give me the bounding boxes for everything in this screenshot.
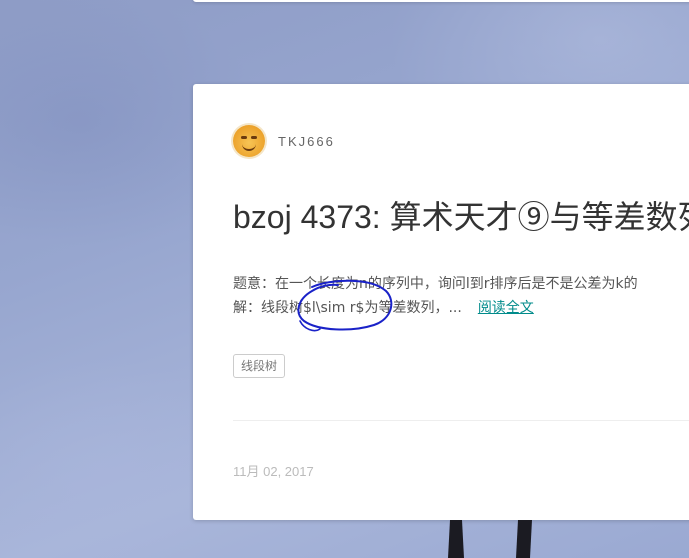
previous-post-card (193, 0, 689, 2)
author-name[interactable]: TKJ666 (278, 134, 335, 149)
divider (233, 420, 689, 421)
tag-segment-tree[interactable]: 线段树 (233, 354, 286, 378)
smiley-avatar-icon[interactable] (233, 125, 265, 157)
excerpt-line-1: 题意：在一个长度为n的序列中，询问l到r排序后是不是公差为k的 (233, 276, 638, 292)
post-card: TKJ666 bzoj 4373: 算术天才⑨与等差数列 题意：在一个长度为n的… (193, 84, 689, 520)
background-figure (448, 520, 532, 558)
post-date: 11月 02, 2017 (233, 464, 314, 479)
excerpt-line-2: 解：线段树$l\sim r$为等差数列，... 阅读全文 (233, 296, 689, 320)
post-excerpt: 题意：在一个长度为n的序列中，询问l到r排序后是不是公差为k的 解：线段树$l\… (233, 272, 689, 320)
excerpt-line-2-text: 解：线段树$l\sim r$为等差数列，... (233, 300, 462, 316)
post-title[interactable]: bzoj 4373: 算术天才⑨与等差数列 (233, 192, 689, 238)
read-more-link[interactable]: 阅读全文 (478, 300, 534, 316)
post-author[interactable]: TKJ666 (233, 124, 335, 158)
